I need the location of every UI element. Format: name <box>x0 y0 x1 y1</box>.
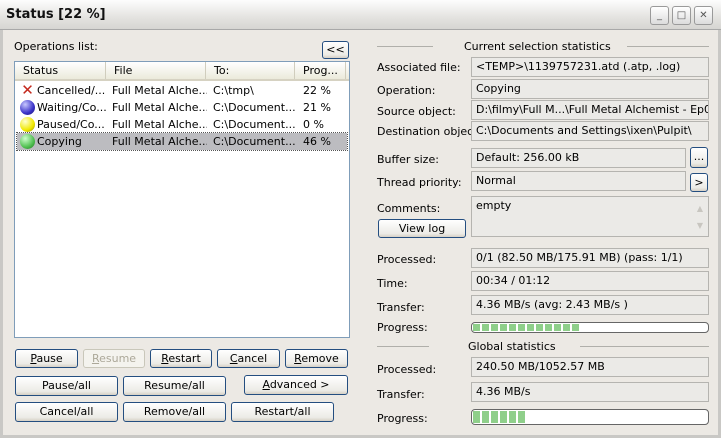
status-cell: Cancelled/... <box>37 84 106 97</box>
processed-label: Processed: <box>377 253 437 266</box>
operations-list[interactable]: Status File To: Prog... ✕ Cancelled/... … <box>14 61 350 338</box>
waiting-blue-ball-icon <box>20 100 35 115</box>
divider <box>627 46 709 47</box>
operation-field: Copying <box>471 79 709 99</box>
pause-label: ause <box>36 352 63 365</box>
window-title: Status [22 %] <box>6 7 106 22</box>
comments-text: empty <box>476 199 512 212</box>
advanced-accel: A <box>262 378 270 391</box>
operation-label: Operation: <box>377 84 436 97</box>
time-label: Time: <box>377 277 408 290</box>
restart-all-button[interactable]: Restart/all <box>231 402 334 422</box>
cancelled-x-icon: ✕ <box>21 81 34 99</box>
column-file[interactable]: File <box>106 62 206 79</box>
global-progress-bar <box>471 409 709 425</box>
associated-file-field: <TEMP>\1139757231.atd (.atp, .log) <box>471 57 709 77</box>
transfer-field: 4.36 MB/s (avg: 2.43 MB/s ) <box>471 295 709 315</box>
processed-field: 0/1 (82.50 MB/175.91 MB) (pass: 1/1) <box>471 248 709 268</box>
divider <box>377 46 433 47</box>
file-cell: Full Metal Alche... <box>112 118 207 131</box>
resume-label: esume <box>99 352 137 365</box>
column-status[interactable]: Status <box>15 62 106 79</box>
thread-priority-button[interactable]: > <box>690 173 708 192</box>
source-object-field: D:\filmy\Full M...\Full Metal Alchemist … <box>471 100 709 120</box>
divider <box>377 346 429 347</box>
remove-label: emove <box>301 352 339 365</box>
current-progress-fill <box>473 324 581 331</box>
resume-all-button[interactable]: Resume/all <box>123 376 226 396</box>
close-button[interactable]: ✕ <box>694 6 713 25</box>
progress-cell: 22 % <box>303 84 331 97</box>
divider <box>580 346 709 347</box>
collapse-button[interactable]: << <box>322 41 349 59</box>
table-row[interactable]: Waiting/Co... Full Metal Alche... C:\Doc… <box>17 99 347 116</box>
global-transfer-label: Transfer: <box>377 388 425 401</box>
pause-all-button[interactable]: Pause/all <box>15 376 118 396</box>
table-row[interactable]: Paused/Co... Full Metal Alche... C:\Docu… <box>17 116 347 133</box>
source-object-label: Source object: <box>377 105 456 118</box>
to-cell: C:\Document... <box>213 135 296 148</box>
associated-file-label: Associated file: <box>377 61 461 74</box>
pause-button[interactable]: Pause <box>15 349 78 368</box>
advanced-button[interactable]: Advanced > <box>244 375 348 395</box>
to-cell: C:\Document... <box>213 118 296 131</box>
table-row[interactable]: Copying Full Metal Alche... C:\Document.… <box>16 132 348 151</box>
file-cell: Full Metal Alche... <box>112 101 207 114</box>
to-cell: C:\Document... <box>213 101 296 114</box>
buffer-size-field: Default: 256.00 kB <box>471 148 686 168</box>
progress-cell: 21 % <box>303 101 331 114</box>
global-progress-fill <box>473 411 527 423</box>
cancel-all-button[interactable]: Cancel/all <box>15 402 118 422</box>
paused-yellow-ball-icon <box>20 117 35 132</box>
view-log-button[interactable]: View log <box>378 219 466 238</box>
transfer-label: Transfer: <box>377 301 425 314</box>
comments-label: Comments: <box>377 202 441 215</box>
copying-green-ball-icon <box>20 134 35 149</box>
cancel-button[interactable]: Cancel <box>217 349 280 368</box>
remove-button[interactable]: Remove <box>285 349 348 368</box>
status-cell: Paused/Co... <box>37 118 105 131</box>
remove-all-button[interactable]: Remove/all <box>123 402 226 422</box>
status-cell: Copying <box>37 135 82 148</box>
file-cell: Full Metal Alche... <box>112 84 207 97</box>
comments-scrollbar[interactable]: ▲ ▼ <box>693 200 707 235</box>
time-field: 00:34 / 01:12 <box>471 271 709 291</box>
buffer-size-label: Buffer size: <box>377 153 439 166</box>
global-processed-label: Processed: <box>377 363 437 376</box>
global-progress-label: Progress: <box>377 412 428 425</box>
title-bar: Status [22 %] _ □ ✕ <box>0 0 721 30</box>
to-cell: C:\tmp\ <box>213 84 254 97</box>
progress-label: Progress: <box>377 321 428 334</box>
column-progress[interactable]: Prog... <box>295 62 346 79</box>
destination-object-field: C:\Documents and Settings\ixen\Pulpit\ <box>471 121 709 141</box>
restart-button[interactable]: Restart <box>150 349 212 368</box>
status-cell: Waiting/Co... <box>37 101 107 114</box>
list-header: Status File To: Prog... <box>15 62 349 81</box>
cancel-label: ancel <box>237 352 268 365</box>
thread-priority-field: Normal <box>471 171 686 191</box>
buffer-size-button[interactable]: ... <box>690 147 708 168</box>
current-progress-bar <box>471 322 709 333</box>
thread-priority-label: Thread priority: <box>377 176 462 189</box>
global-stats-heading: Global statistics <box>468 340 556 353</box>
resume-button[interactable]: Resume <box>83 349 145 368</box>
current-stats-heading: Current selection statistics <box>464 40 611 53</box>
file-cell: Full Metal Alche... <box>112 135 207 148</box>
progress-cell: 46 % <box>303 135 331 148</box>
cancel-accel: C <box>229 352 238 365</box>
maximize-button[interactable]: □ <box>672 6 691 25</box>
minimize-button[interactable]: _ <box>650 6 669 25</box>
column-to[interactable]: To: <box>206 62 295 79</box>
table-row[interactable]: ✕ Cancelled/... Full Metal Alche... C:\t… <box>17 82 347 99</box>
global-transfer-field: 4.36 MB/s <box>471 382 709 402</box>
operations-list-label: Operations list: <box>14 40 98 53</box>
global-processed-field: 240.50 MB/1052.57 MB <box>471 357 709 377</box>
comments-field[interactable]: empty <box>471 196 709 237</box>
restart-label: estart <box>168 352 201 365</box>
advanced-label: dvanced > <box>269 378 330 391</box>
destination-object-label: Destination object: <box>377 125 482 138</box>
progress-cell: 0 % <box>303 118 324 131</box>
